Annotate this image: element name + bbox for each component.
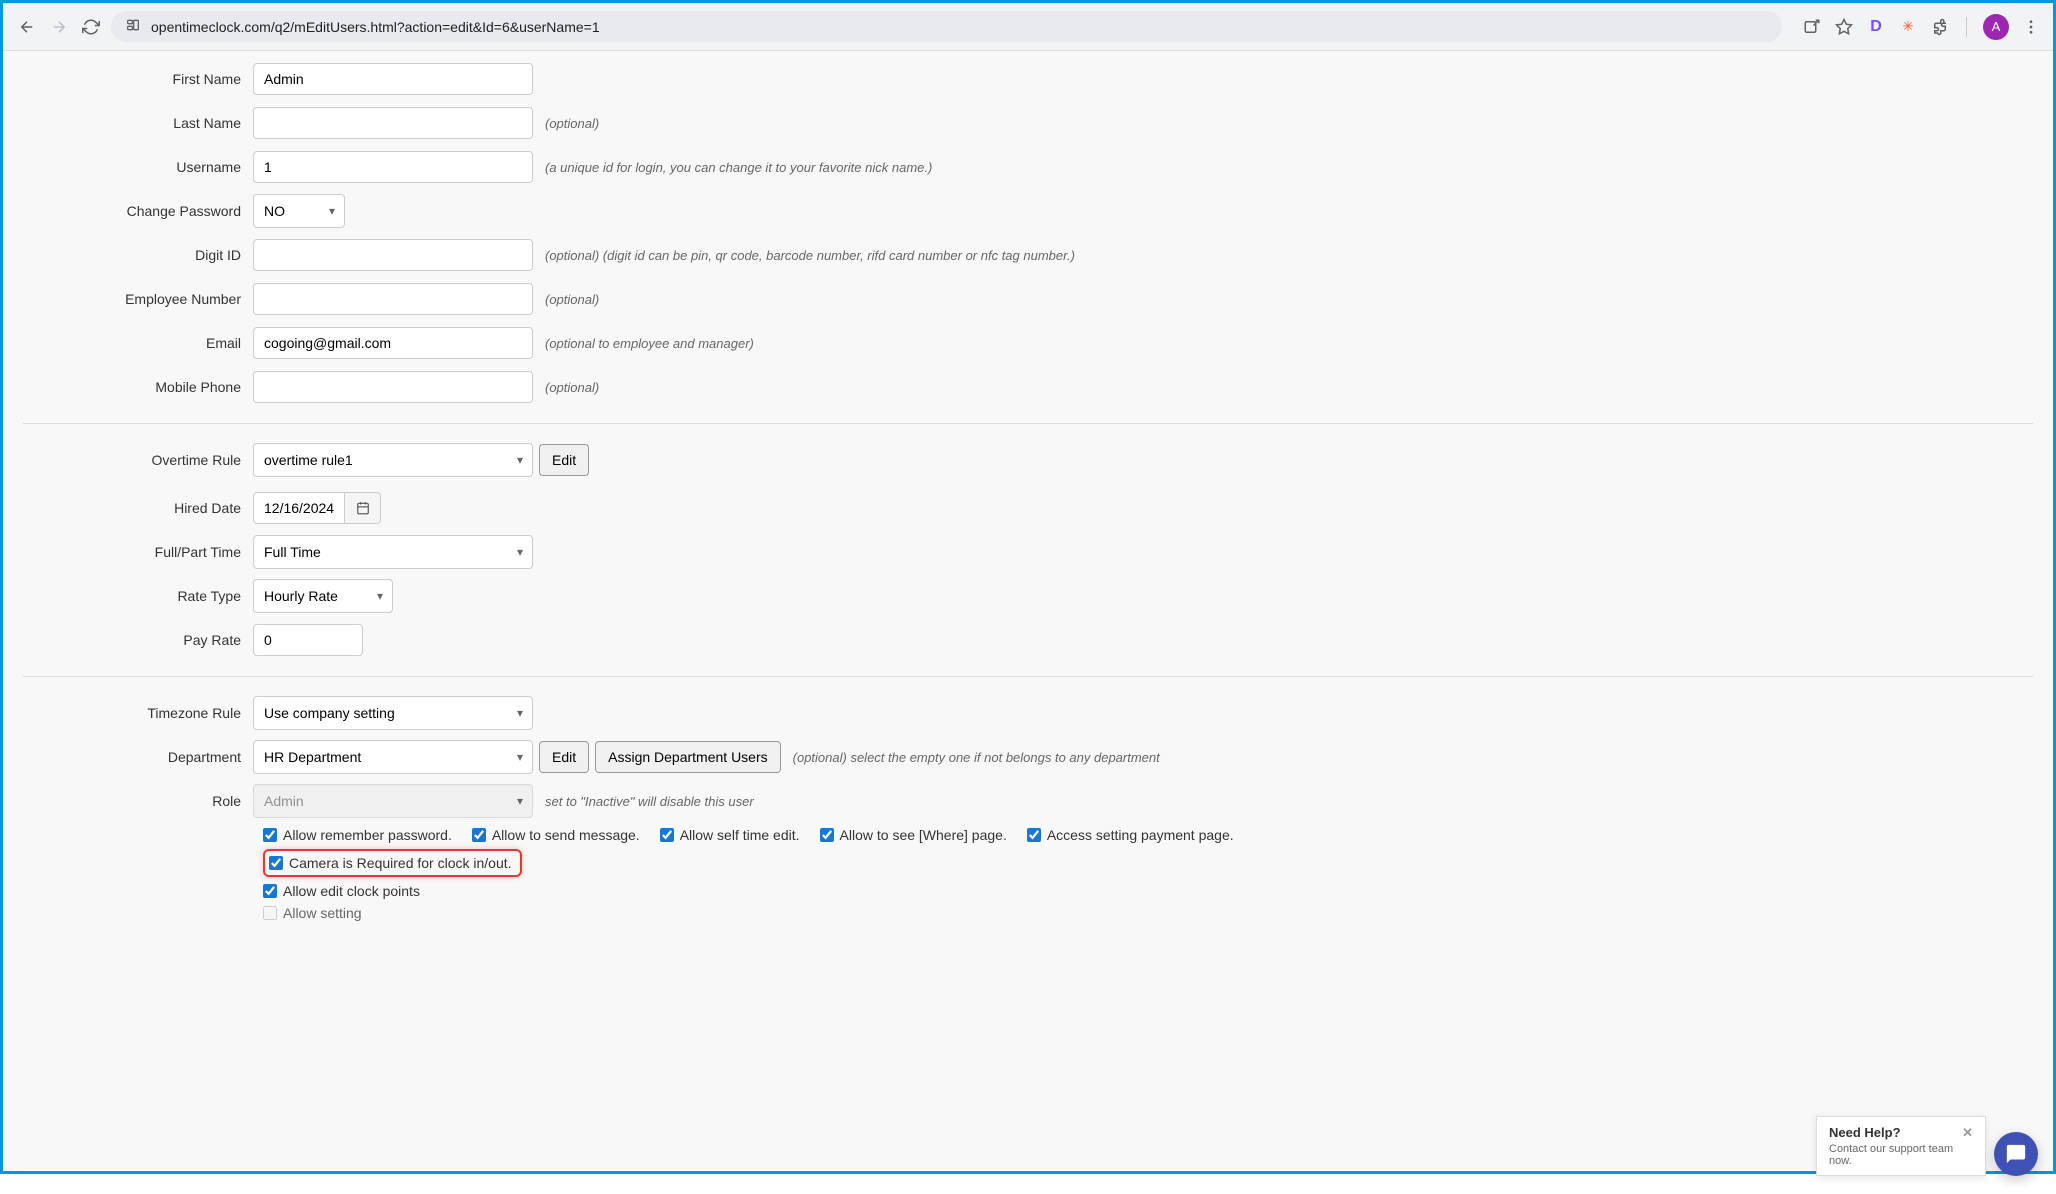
email-hint: (optional to employee and manager)	[545, 336, 754, 351]
last-name-label: Last Name	[23, 115, 253, 131]
mobile-phone-input[interactable]	[253, 371, 533, 403]
checkbox[interactable]	[820, 828, 834, 842]
pay-rate-input[interactable]	[253, 624, 363, 656]
checkbox[interactable]	[269, 856, 283, 870]
section-divider	[23, 423, 2033, 424]
role-label: Role	[23, 793, 253, 809]
check-send-message[interactable]: Allow to send message.	[472, 827, 640, 843]
overtime-rule-label: Overtime Rule	[23, 452, 253, 468]
check-self-time-edit[interactable]: Allow self time edit.	[660, 827, 800, 843]
last-name-hint: (optional)	[545, 116, 599, 131]
change-password-select[interactable]: NO	[253, 194, 345, 228]
department-select[interactable]: HR Department	[253, 740, 533, 774]
help-widget[interactable]: Need Help? ✕ Contact our support team no…	[1816, 1116, 1986, 1176]
last-name-input[interactable]	[253, 107, 533, 139]
email-label: Email	[23, 335, 253, 351]
pay-rate-label: Pay Rate	[23, 632, 253, 648]
forward-button[interactable]	[47, 15, 71, 39]
address-bar[interactable]: opentimeclock.com/q2/mEditUsers.html?act…	[111, 11, 1782, 42]
checkbox[interactable]	[472, 828, 486, 842]
chat-bubble-icon[interactable]	[1994, 1132, 2038, 1176]
help-title: Need Help?	[1829, 1125, 1901, 1141]
profile-avatar[interactable]: A	[1983, 14, 2009, 40]
check-where-page[interactable]: Allow to see [Where] page.	[820, 827, 1007, 843]
department-label: Department	[23, 749, 253, 765]
first-name-input[interactable]	[253, 63, 533, 95]
check-edit-clock-points[interactable]: Allow edit clock points	[263, 883, 420, 899]
employee-number-input[interactable]	[253, 283, 533, 315]
check-camera-required[interactable]: Camera is Required for clock in/out.	[269, 855, 512, 871]
digit-id-label: Digit ID	[23, 247, 253, 263]
check-payment-page[interactable]: Access setting payment page.	[1027, 827, 1234, 843]
timezone-label: Timezone Rule	[23, 705, 253, 721]
help-subtitle: Contact our support team now.	[1829, 1143, 1973, 1167]
digit-id-input[interactable]	[253, 239, 533, 271]
mobile-phone-label: Mobile Phone	[23, 379, 253, 395]
toolbar-right: D ✳ A	[1802, 14, 2041, 40]
hired-date-label: Hired Date	[23, 500, 253, 516]
check-allow-setting[interactable]: Allow setting	[263, 905, 362, 921]
timezone-select[interactable]: Use company setting	[253, 696, 533, 730]
page-content: First Name Last Name (optional) Username…	[3, 51, 2053, 1171]
first-name-label: First Name	[23, 71, 253, 87]
mobile-phone-hint: (optional)	[545, 380, 599, 395]
checkbox[interactable]	[1027, 828, 1041, 842]
site-info-icon[interactable]	[125, 17, 141, 36]
employee-number-hint: (optional)	[545, 292, 599, 307]
back-button[interactable]	[15, 15, 39, 39]
bookmark-star-icon[interactable]	[1834, 17, 1854, 37]
help-close-icon[interactable]: ✕	[1962, 1125, 1973, 1141]
checkbox[interactable]	[660, 828, 674, 842]
overtime-rule-select[interactable]: overtime rule1	[253, 443, 533, 477]
department-hint: (optional) select the empty one if not b…	[793, 750, 1160, 765]
check-remember-password[interactable]: Allow remember password.	[263, 827, 452, 843]
rate-type-label: Rate Type	[23, 588, 253, 604]
extension-snap-icon[interactable]: ✳	[1898, 17, 1918, 37]
extension-d-icon[interactable]: D	[1866, 17, 1886, 37]
digit-id-hint: (optional) (digit id can be pin, qr code…	[545, 248, 1075, 263]
employee-number-label: Employee Number	[23, 291, 253, 307]
change-password-label: Change Password	[23, 203, 253, 219]
menu-dots-icon[interactable]	[2021, 17, 2041, 37]
reload-button[interactable]	[79, 15, 103, 39]
section-divider-2	[23, 676, 2033, 677]
department-edit-button[interactable]: Edit	[539, 741, 589, 773]
email-input[interactable]	[253, 327, 533, 359]
hired-date-input[interactable]	[253, 492, 345, 524]
checkbox	[263, 906, 277, 920]
username-hint: (a unique id for login, you can change i…	[545, 160, 932, 175]
username-input[interactable]	[253, 151, 533, 183]
url-text: opentimeclock.com/q2/mEditUsers.html?act…	[151, 19, 600, 35]
checkbox[interactable]	[263, 884, 277, 898]
calendar-icon[interactable]	[345, 492, 381, 524]
full-part-label: Full/Part Time	[23, 544, 253, 560]
extensions-icon[interactable]	[1930, 17, 1950, 37]
role-select: Admin	[253, 784, 533, 818]
rate-type-select[interactable]: Hourly Rate	[253, 579, 393, 613]
highlighted-camera-checkbox: Camera is Required for clock in/out.	[263, 849, 522, 877]
browser-toolbar: opentimeclock.com/q2/mEditUsers.html?act…	[3, 3, 2053, 51]
assign-department-users-button[interactable]: Assign Department Users	[595, 741, 781, 773]
checkbox[interactable]	[263, 828, 277, 842]
divider	[1966, 17, 1967, 37]
full-part-select[interactable]: Full Time	[253, 535, 533, 569]
username-label: Username	[23, 159, 253, 175]
role-hint: set to "Inactive" will disable this user	[545, 794, 754, 809]
share-icon[interactable]	[1802, 17, 1822, 37]
overtime-edit-button[interactable]: Edit	[539, 444, 589, 476]
